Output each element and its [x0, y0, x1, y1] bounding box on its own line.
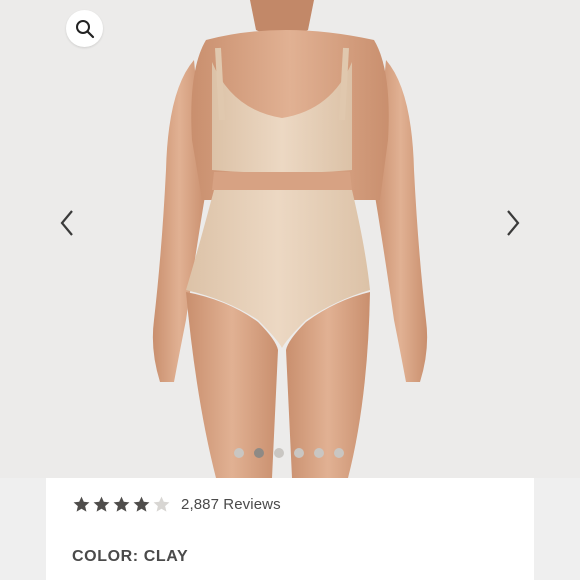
- chevron-left-icon: [60, 210, 73, 236]
- pagination-dot[interactable]: [234, 448, 244, 458]
- search-button[interactable]: [66, 10, 103, 47]
- previous-image-button[interactable]: [52, 206, 82, 240]
- pagination-dot[interactable]: [314, 448, 324, 458]
- star-icon: [133, 496, 150, 512]
- product-image: [152, 0, 428, 478]
- chevron-right-icon: [507, 210, 520, 236]
- gallery-pagination: [234, 448, 344, 458]
- star-icon: [73, 496, 90, 512]
- product-info: 2,887 Reviews COLOR: CLAY: [46, 478, 534, 580]
- search-icon: [75, 19, 94, 38]
- reviews-count[interactable]: 2,887 Reviews: [181, 496, 281, 513]
- star-icon: [113, 496, 130, 512]
- next-image-button[interactable]: [498, 206, 528, 240]
- pagination-dot[interactable]: [274, 448, 284, 458]
- star-rating: [72, 495, 171, 514]
- star-icon: [93, 496, 110, 512]
- star-icon: [153, 496, 170, 512]
- pagination-dot[interactable]: [254, 448, 264, 458]
- rating-row[interactable]: 2,887 Reviews: [72, 495, 281, 514]
- product-gallery[interactable]: [0, 0, 580, 478]
- pagination-dot[interactable]: [334, 448, 344, 458]
- color-label: COLOR: CLAY: [72, 548, 189, 565]
- pagination-dot[interactable]: [294, 448, 304, 458]
